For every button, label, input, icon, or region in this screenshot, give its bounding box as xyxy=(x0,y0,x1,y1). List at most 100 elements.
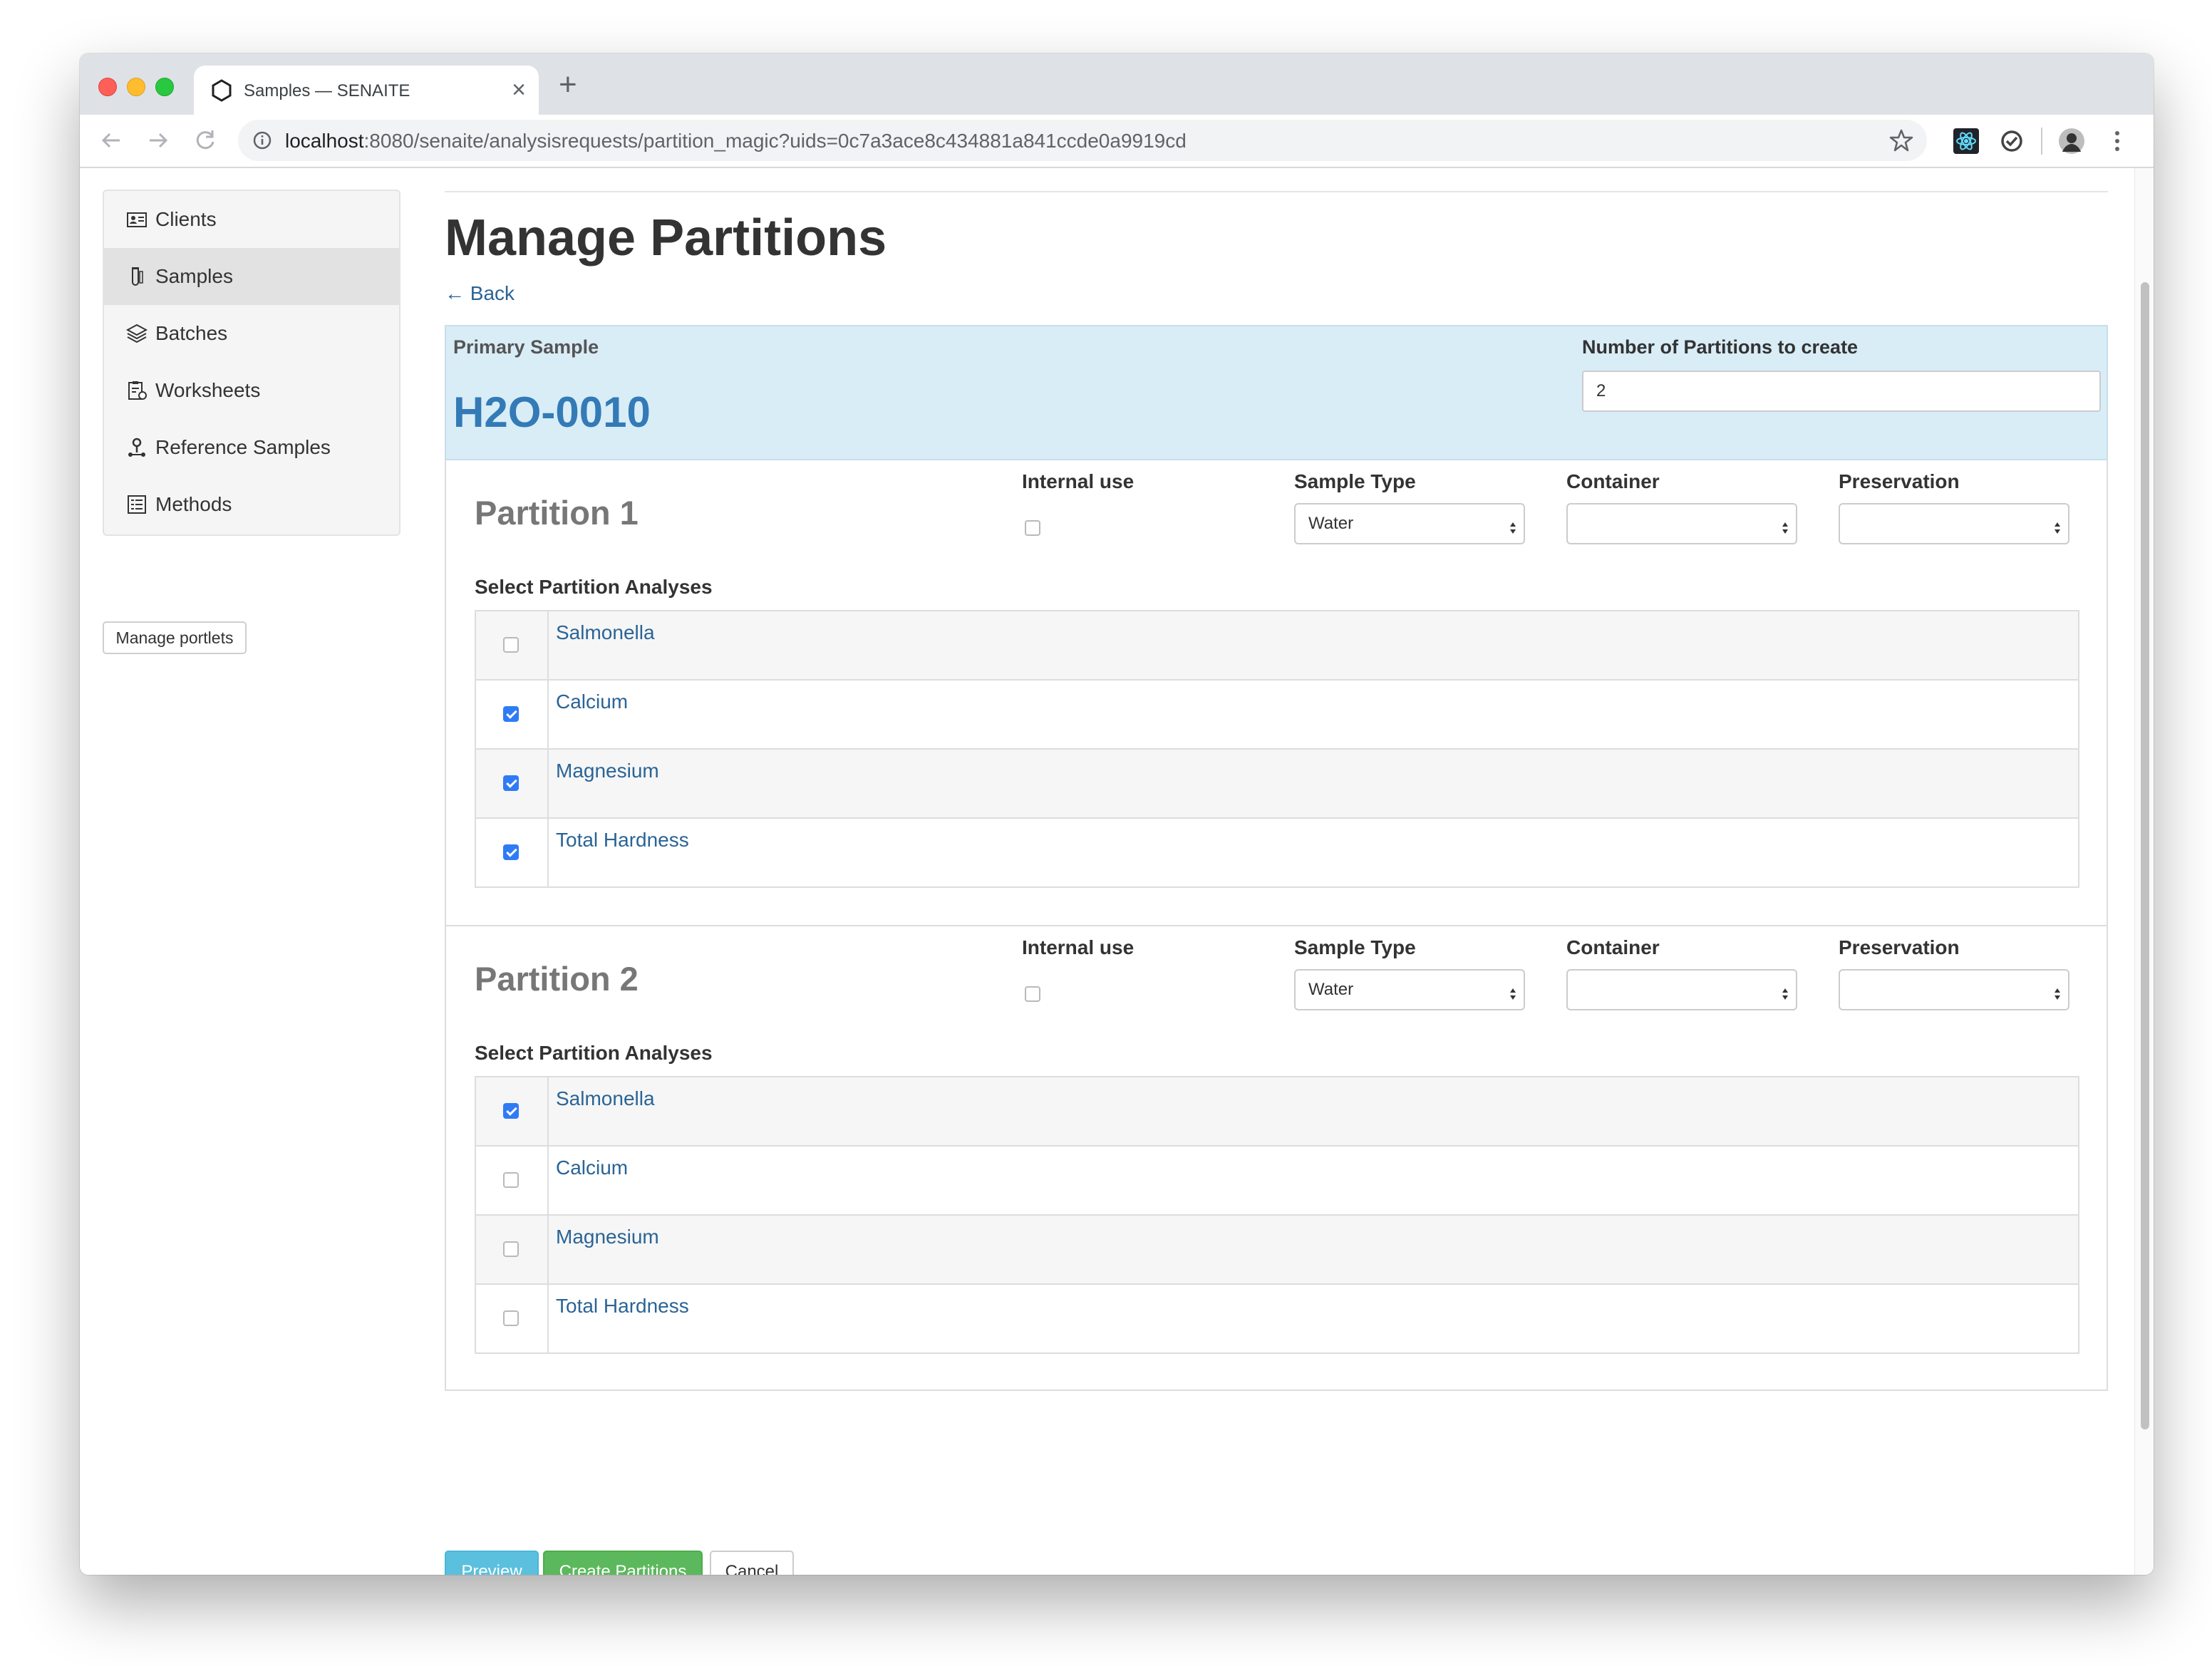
preservation-label: Preservation xyxy=(1839,470,1960,492)
partitions-container: Partition 1 Internal use Sample Type Con… xyxy=(445,460,2108,1391)
sidebar-item-label: Methods xyxy=(155,493,232,515)
analysis-checkbox[interactable] xyxy=(503,706,519,722)
select-analyses-label: Select Partition Analyses xyxy=(475,1042,713,1064)
analysis-checkbox[interactable] xyxy=(503,1172,519,1188)
container-select[interactable] xyxy=(1566,503,1797,544)
analysis-checkbox[interactable] xyxy=(503,844,519,860)
back-link[interactable]: ← Back xyxy=(445,282,515,305)
sample-type-value: Water xyxy=(1308,514,1354,533)
sidebar-item-label: Samples xyxy=(155,265,233,287)
methods-icon xyxy=(128,495,146,514)
browser-tab[interactable]: Samples — SENAITE × xyxy=(194,66,539,115)
sidebar-item-batches[interactable]: Batches xyxy=(104,305,399,362)
new-tab-button[interactable]: + xyxy=(559,69,577,100)
table-row[interactable]: Total Hardness xyxy=(476,817,2078,886)
sample-type-label: Sample Type xyxy=(1294,470,1416,492)
select-arrows-icon xyxy=(1780,980,1790,1000)
partition-2: Partition 2 Internal use Sample Type Con… xyxy=(446,925,2107,1391)
analysis-link[interactable]: Calcium xyxy=(556,1157,628,1179)
url-text[interactable]: localhost:8080/senaite/analysisrequests/… xyxy=(285,130,1187,152)
browser-toolbar: localhost:8080/senaite/analysisrequests/… xyxy=(80,115,2154,168)
container-label: Container xyxy=(1566,936,1660,958)
worksheets-icon xyxy=(128,381,147,400)
scrollbar-thumb[interactable] xyxy=(2141,282,2149,1429)
analysis-link[interactable]: Total Hardness xyxy=(556,829,689,852)
analysis-link[interactable]: Total Hardness xyxy=(556,1295,689,1318)
num-partitions-label: Number of Partitions to create xyxy=(1582,336,1859,358)
url-path: :8080/senaite/analysisrequests/partition… xyxy=(363,130,1187,152)
select-arrows-icon xyxy=(2052,514,2062,534)
react-devtools-icon[interactable] xyxy=(1951,126,1981,156)
samples-icon xyxy=(132,267,143,286)
sample-type-select[interactable]: Water xyxy=(1294,969,1525,1010)
preservation-select[interactable] xyxy=(1839,503,2069,544)
table-row[interactable]: Salmonella xyxy=(476,1077,2078,1145)
bookmark-star-icon[interactable] xyxy=(1888,128,1914,153)
internal-use-label: Internal use xyxy=(1022,470,1135,492)
toolbar-divider xyxy=(2041,128,2042,155)
sidebar-item-reference-samples[interactable]: Reference Samples xyxy=(104,419,399,476)
divider xyxy=(445,191,2108,192)
analysis-checkbox[interactable] xyxy=(503,1241,519,1257)
analysis-link[interactable]: Salmonella xyxy=(556,1087,655,1110)
reference-samples-icon xyxy=(128,438,145,457)
sidebar-item-worksheets[interactable]: Worksheets xyxy=(104,362,399,419)
sample-type-select[interactable]: Water xyxy=(1294,503,1525,544)
preview-button[interactable]: Preview xyxy=(445,1551,539,1575)
minimize-window-button[interactable] xyxy=(127,78,145,96)
address-bar[interactable]: localhost:8080/senaite/analysisrequests/… xyxy=(238,120,1927,161)
analysis-checkbox[interactable] xyxy=(503,1103,519,1119)
table-row[interactable]: Total Hardness xyxy=(476,1283,2078,1352)
forward-arrow-icon[interactable] xyxy=(141,123,175,157)
partition-title: Partition 2 xyxy=(475,960,639,998)
table-row[interactable]: Calcium xyxy=(476,1145,2078,1214)
profile-avatar-icon[interactable] xyxy=(2057,126,2087,156)
select-arrows-icon xyxy=(1508,980,1518,1000)
tab-close-icon[interactable]: × xyxy=(512,76,526,104)
internal-use-checkbox[interactable] xyxy=(1025,986,1040,1002)
create-partitions-button[interactable]: Create Partitions xyxy=(543,1551,703,1575)
num-partitions-input[interactable] xyxy=(1582,371,2101,412)
analysis-link[interactable]: Magnesium xyxy=(556,1226,659,1248)
select-arrows-icon xyxy=(2052,980,2062,1000)
back-arrow-icon[interactable] xyxy=(94,123,128,157)
internal-use-checkbox[interactable] xyxy=(1025,520,1040,536)
cancel-button[interactable]: Cancel xyxy=(710,1551,794,1575)
page-title: Manage Partitions xyxy=(445,209,887,267)
sidebar-item-label: Batches xyxy=(155,322,228,344)
reload-icon[interactable] xyxy=(188,123,222,157)
partition-1: Partition 1 Internal use Sample Type Con… xyxy=(446,460,2107,925)
maximize-window-button[interactable] xyxy=(155,78,174,96)
info-icon[interactable] xyxy=(252,130,272,150)
senaite-hexagon-icon xyxy=(212,79,232,102)
analysis-link[interactable]: Magnesium xyxy=(556,760,659,782)
sync-extension-icon[interactable] xyxy=(1997,126,2027,156)
batches-icon xyxy=(125,324,148,343)
sidebar-item-clients[interactable]: Clients xyxy=(104,191,399,248)
table-row[interactable]: Magnesium xyxy=(476,748,2078,817)
preservation-select[interactable] xyxy=(1839,969,2069,1010)
close-window-button[interactable] xyxy=(98,78,117,96)
table-row[interactable]: Calcium xyxy=(476,679,2078,748)
analysis-checkbox[interactable] xyxy=(503,637,519,653)
sidebar-item-samples[interactable]: Samples xyxy=(104,248,399,305)
sample-type-value: Water xyxy=(1308,980,1354,999)
primary-sample-id[interactable]: H2O-0010 xyxy=(453,388,651,437)
analysis-checkbox[interactable] xyxy=(503,775,519,791)
scrollbar[interactable] xyxy=(2134,168,2154,1575)
sidebar-item-label: Worksheets xyxy=(155,379,261,401)
sidebar-item-label: Clients xyxy=(155,208,217,230)
analysis-link[interactable]: Salmonella xyxy=(556,621,655,644)
container-label: Container xyxy=(1566,470,1660,492)
browser-tab-bar: Samples — SENAITE × + xyxy=(80,53,2154,115)
sample-type-label: Sample Type xyxy=(1294,936,1416,958)
container-select[interactable] xyxy=(1566,969,1797,1010)
table-row[interactable]: Salmonella xyxy=(476,611,2078,679)
table-row[interactable]: Magnesium xyxy=(476,1214,2078,1283)
analysis-checkbox[interactable] xyxy=(503,1310,519,1326)
menu-dots-icon[interactable] xyxy=(2102,126,2132,156)
manage-portlets-button[interactable]: Manage portlets xyxy=(103,621,247,654)
analyses-table: Salmonella Calcium Magnesium Total Hardn… xyxy=(475,610,2079,888)
analysis-link[interactable]: Calcium xyxy=(556,690,628,713)
sidebar-item-methods[interactable]: Methods xyxy=(104,476,399,533)
